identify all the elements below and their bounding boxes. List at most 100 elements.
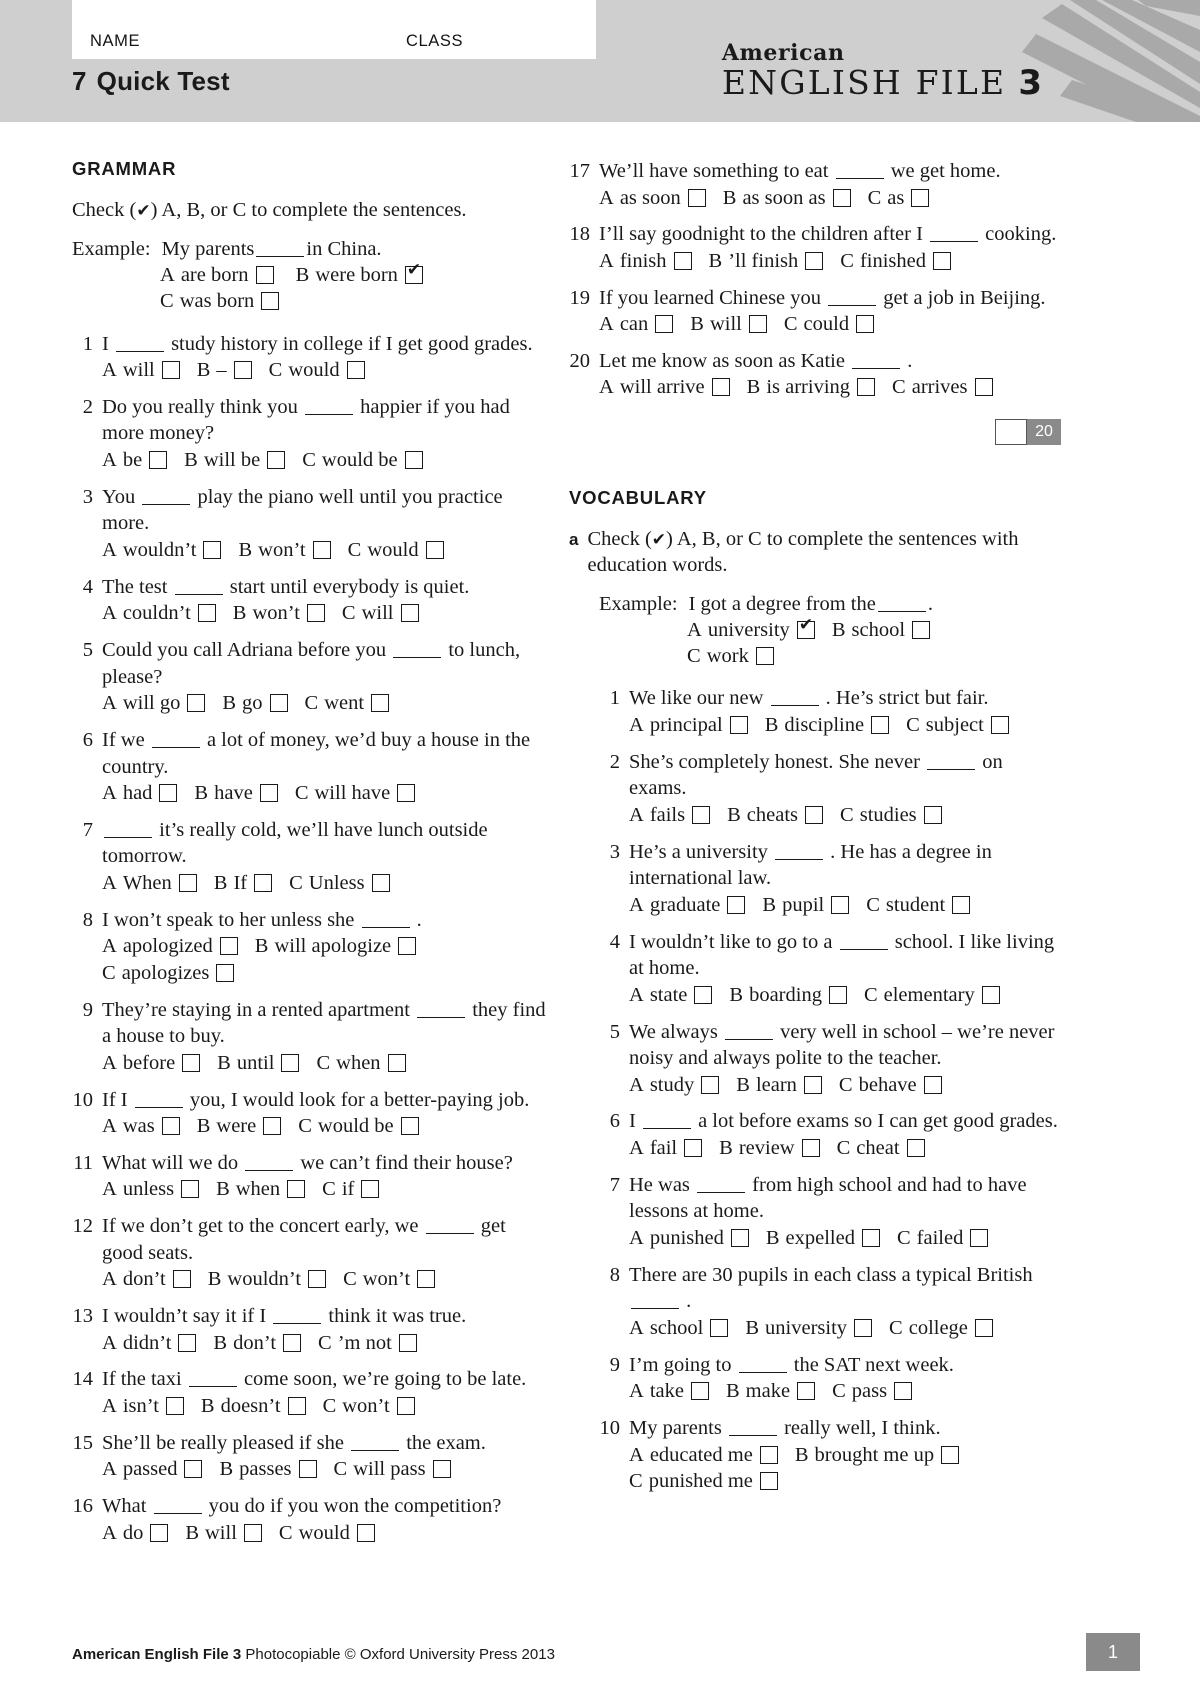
option-b[interactable]: Bcheats (727, 802, 824, 829)
option-checkbox[interactable] (263, 1117, 282, 1136)
option-b[interactable]: B – (197, 357, 252, 384)
option-checkbox[interactable] (396, 1396, 415, 1415)
option-a[interactable]: Awill go (102, 690, 206, 717)
option-checkbox[interactable] (894, 1382, 913, 1401)
option-checkbox[interactable] (182, 1053, 201, 1072)
option-b[interactable]: Bexpelled (766, 1225, 880, 1252)
option-a[interactable]: Aapologized (102, 933, 238, 960)
option-b[interactable]: Bwill (185, 1520, 262, 1547)
option-b[interactable]: Bwere (197, 1113, 282, 1140)
option-a[interactable]: Astate (629, 982, 713, 1009)
option-c[interactable]: C Unless (289, 870, 390, 897)
option-checkbox[interactable] (298, 1460, 317, 1479)
option-checkbox[interactable] (923, 1075, 942, 1094)
option-checkbox[interactable] (283, 1333, 302, 1352)
option-c[interactable]: Cwill (342, 600, 419, 627)
option-a[interactable]: Apassed (102, 1456, 203, 1483)
score-input[interactable] (995, 419, 1027, 446)
option-c[interactable]: C’m not (318, 1330, 417, 1357)
option-b[interactable]: Bwon’t (238, 537, 331, 564)
option-c[interactable]: Ccollege (889, 1315, 993, 1342)
option-checkbox[interactable] (184, 1460, 203, 1479)
option-c[interactable]: Cif (322, 1176, 380, 1203)
option-a[interactable]: Awouldn’t (102, 537, 222, 564)
option-checkbox[interactable] (387, 1053, 406, 1072)
option-checkbox[interactable] (727, 895, 746, 914)
option-b[interactable]: Bwere born (296, 262, 423, 288)
option-checkbox[interactable] (730, 1229, 749, 1248)
option-a[interactable]: Aunless (102, 1176, 200, 1203)
option-b[interactable]: Buntil (217, 1050, 300, 1077)
option-a[interactable]: Agraduate (629, 892, 746, 919)
option-checkbox[interactable] (287, 1396, 306, 1415)
option-checkbox[interactable] (371, 694, 390, 713)
option-checkbox[interactable] (404, 451, 423, 470)
option-checkbox[interactable] (941, 1445, 960, 1464)
option-a[interactable]: Acouldn’t (102, 600, 216, 627)
option-a[interactable]: Adidn’t (102, 1330, 197, 1357)
option-c[interactable]: Cwould be (302, 447, 423, 474)
option-a[interactable]: Aeducated me (629, 1442, 778, 1469)
option-c[interactable]: Capologizes (102, 960, 235, 987)
option-checkbox[interactable] (861, 1229, 880, 1248)
option-b[interactable]: Bmake (726, 1378, 816, 1405)
option-checkbox[interactable] (673, 251, 692, 270)
option-a[interactable]: Aprincipal (629, 712, 748, 739)
option-c[interactable]: Cwould (279, 1520, 375, 1547)
option-checkbox[interactable] (871, 716, 890, 735)
option-checkbox[interactable] (805, 806, 824, 825)
option-b[interactable]: Bdoesn’t (201, 1393, 306, 1420)
option-checkbox[interactable] (150, 1523, 169, 1542)
option-checkbox[interactable] (267, 451, 286, 470)
option-checkbox[interactable] (161, 361, 180, 380)
option-checkbox[interactable] (832, 188, 851, 207)
option-b[interactable]: Bis arriving (747, 374, 876, 401)
option-c[interactable]: Ccheat (837, 1135, 925, 1162)
option-checkbox[interactable] (417, 1270, 436, 1289)
option-a[interactable]: Aare born (160, 262, 274, 288)
option-c[interactable]: Cwent (305, 690, 390, 717)
option-checkbox[interactable] (306, 604, 325, 623)
option-checkbox[interactable] (694, 985, 713, 1004)
option-c[interactable]: Cwon’t (343, 1266, 436, 1293)
option-b[interactable]: Breview (719, 1135, 820, 1162)
option-c[interactable]: Cwould be (298, 1113, 419, 1140)
option-checkbox[interactable] (970, 1229, 989, 1248)
option-a[interactable]: Atake (629, 1378, 709, 1405)
option-checkbox[interactable] (281, 1053, 300, 1072)
option-c[interactable]: Ccould (784, 311, 875, 338)
option-checkbox[interactable] (312, 541, 331, 560)
option-c[interactable]: Cpass (832, 1378, 913, 1405)
option-checkbox[interactable] (181, 1180, 200, 1199)
option-checkbox[interactable] (755, 647, 774, 666)
option-checkbox[interactable] (701, 1075, 720, 1094)
option-a[interactable]: Afinish (599, 248, 692, 275)
option-checkbox[interactable] (161, 1117, 180, 1136)
option-checkbox-checked[interactable] (796, 617, 815, 640)
option-a[interactable]: Aas soon (599, 185, 706, 212)
option-checkbox[interactable] (856, 315, 875, 334)
option-checkbox[interactable] (346, 361, 365, 380)
option-checkbox[interactable] (803, 1075, 822, 1094)
option-checkbox[interactable] (397, 784, 416, 803)
option-checkbox[interactable] (906, 1139, 925, 1158)
option-b[interactable]: B’ll finish (709, 248, 824, 275)
option-c[interactable]: Cwon’t (323, 1393, 415, 1420)
option-b[interactable]: Bwon’t (233, 600, 325, 627)
option-c[interactable]: Cwould (269, 357, 365, 384)
option-checkbox[interactable] (748, 315, 767, 334)
option-a[interactable]: Acan (599, 311, 674, 338)
option-checkbox[interactable] (398, 1333, 417, 1352)
option-checkbox[interactable] (923, 806, 942, 825)
option-c[interactable]: Cfailed (897, 1225, 989, 1252)
option-checkbox[interactable] (974, 1318, 993, 1337)
option-c[interactable]: Cstudies (840, 802, 942, 829)
option-a[interactable]: Auniversity (687, 617, 815, 643)
option-checkbox[interactable] (854, 1318, 873, 1337)
option-a[interactable]: Aisn’t (102, 1393, 184, 1420)
option-checkbox[interactable] (172, 1270, 191, 1289)
option-checkbox[interactable] (828, 985, 847, 1004)
option-checkbox[interactable] (974, 378, 993, 397)
option-b[interactable]: Bpasses (219, 1456, 317, 1483)
option-a[interactable]: Adon’t (102, 1266, 191, 1293)
